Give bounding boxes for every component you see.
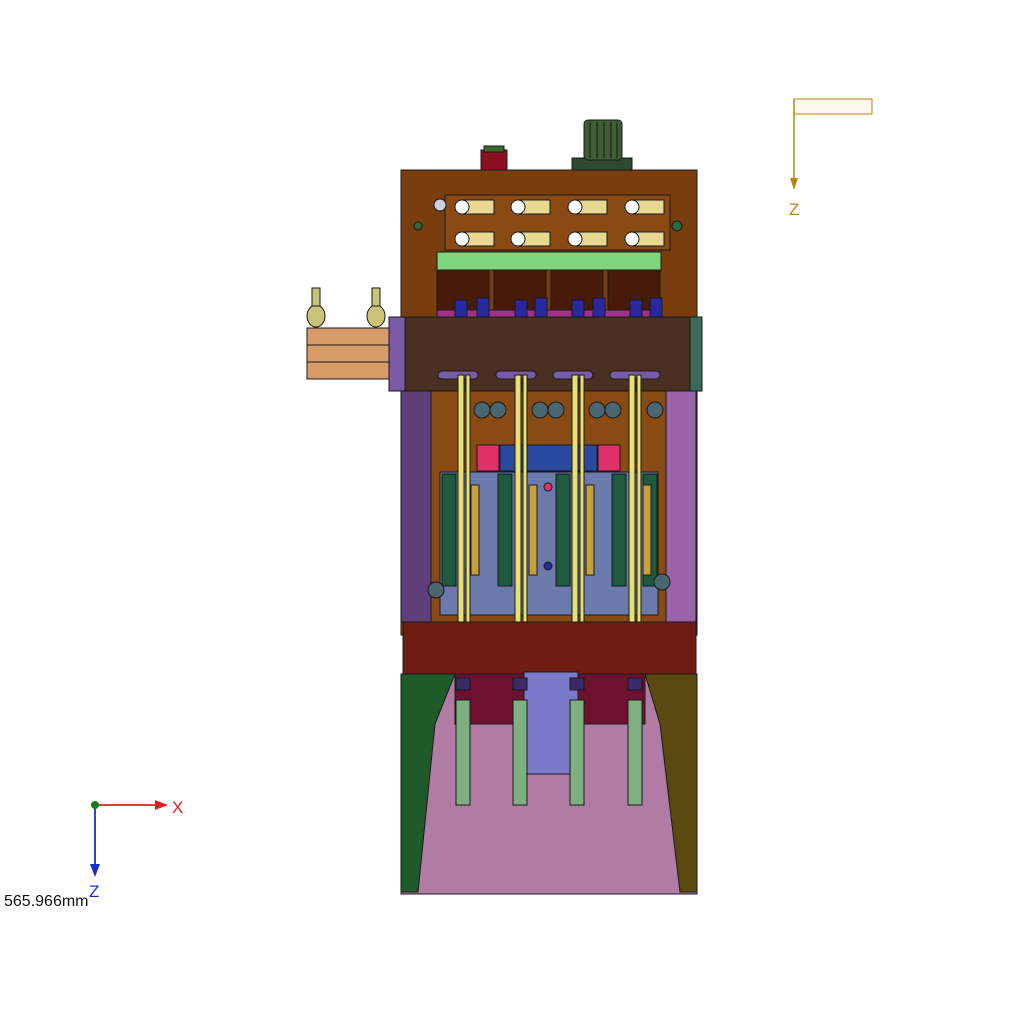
triad-x-label: X <box>172 798 183 817</box>
cad-viewport[interactable]: Z X Z 565.966mm <box>0 0 1015 1015</box>
scale-readout: 565.966mm <box>4 893 89 910</box>
crossbar-left-cap <box>388 316 406 392</box>
right-side-panel <box>665 389 697 623</box>
left-wheel <box>427 581 445 599</box>
left-side-panel <box>400 389 432 623</box>
red-stop-button <box>480 145 508 173</box>
motor-knob <box>571 119 633 173</box>
view-orientation-indicator: Z <box>789 98 873 219</box>
marker-dot-pink <box>543 482 553 492</box>
crossbar-frame <box>388 316 703 392</box>
right-wheel <box>653 573 671 591</box>
crossbar-right-cap <box>689 316 703 392</box>
base-plate <box>402 621 697 675</box>
origin-point <box>91 801 99 809</box>
triad-z-label: Z <box>89 882 99 901</box>
green-board <box>436 251 662 271</box>
left-side-block <box>306 287 390 380</box>
coordinate-triad: X Z <box>89 798 183 901</box>
machine-assembly[interactable] <box>306 119 703 895</box>
view-z-label: Z <box>789 200 799 219</box>
model-canvas[interactable]: Z X Z <box>0 0 1015 1015</box>
marker-dot-blue <box>543 561 553 571</box>
